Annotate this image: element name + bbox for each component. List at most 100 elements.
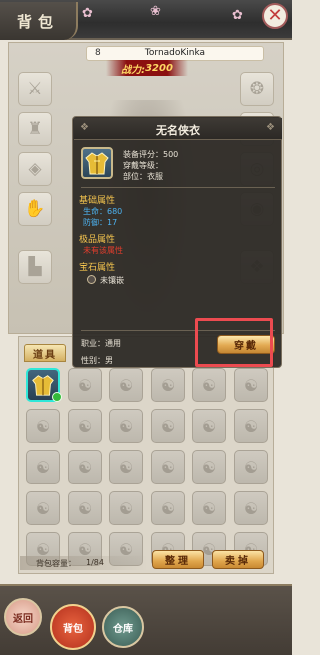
empty-slot-icon: ☯ — [77, 457, 93, 477]
new-item-badge-icon — [52, 392, 62, 402]
tooltip-header: ❖ 无名侠衣 ❖ — [74, 118, 282, 140]
necklace-icon: ❂ — [249, 79, 265, 99]
back-button[interactable]: 返回 — [4, 598, 42, 636]
bag-slot-empty[interactable]: ☯ — [192, 368, 226, 402]
stat-hp-label: 生命： — [83, 207, 107, 216]
nav-bag-button[interactable]: 背包 — [50, 604, 96, 650]
blossom-decoration-icon: ✿ — [82, 6, 93, 21]
empty-slot-icon: ☯ — [77, 498, 93, 518]
equip-slot-armor[interactable]: ◈ — [18, 152, 52, 186]
bag-slot-empty[interactable]: ☯ — [234, 368, 268, 402]
bag-slot-empty[interactable]: ☯ — [109, 491, 143, 525]
gem-attr-heading: 宝石属性 — [79, 263, 116, 273]
empty-slot-icon: ☯ — [201, 457, 217, 477]
bag-slot-empty[interactable]: ☯ — [234, 450, 268, 484]
bag-slot-empty[interactable]: ☯ — [192, 450, 226, 484]
corner-ornament-icon: ❖ — [266, 122, 275, 133]
equip-slot-gloves[interactable]: ✋ — [18, 192, 52, 226]
bag-slot-empty[interactable]: ☯ — [234, 491, 268, 525]
item-slot-value: 衣服 — [147, 172, 163, 181]
bag-slot-empty[interactable]: ☯ — [234, 409, 268, 443]
empty-slot-icon: ☯ — [243, 498, 259, 518]
equip-slot-necklace[interactable]: ❂ — [240, 72, 274, 106]
character-name-plate: 8 TornadoKinka — [86, 46, 264, 61]
empty-slot-icon: ☯ — [35, 416, 51, 436]
bag-slot-empty[interactable]: ☯ — [68, 368, 102, 402]
bag-slot-empty[interactable]: ☯ — [26, 450, 60, 484]
equip-slot-weapon[interactable]: ⚔ — [18, 72, 52, 106]
bag-slot-empty[interactable]: ☯ — [109, 409, 143, 443]
stat-hp-value: 680 — [107, 207, 123, 216]
item-gender-label: 性别： — [81, 356, 105, 365]
empty-slot-icon: ☯ — [160, 375, 176, 395]
item-job-row: 职业：通用 — [81, 338, 121, 349]
bag-slot-item[interactable] — [26, 368, 62, 402]
empty-slot-icon: ☯ — [243, 416, 259, 436]
gloves-icon: ✋ — [24, 199, 46, 219]
blossom-decoration-icon: ✿ — [232, 8, 243, 23]
page-title: 背包 — [0, 2, 78, 40]
empty-slot-icon: ☯ — [160, 498, 176, 518]
combat-power: 战力: 3200 — [106, 60, 188, 76]
bag-slot-empty[interactable]: ☯ — [151, 450, 185, 484]
empty-slot-icon: ☯ — [118, 498, 134, 518]
empty-slot-icon: ☯ — [35, 457, 51, 477]
nav-warehouse-button[interactable]: 仓库 — [102, 606, 144, 648]
empty-slot-icon: ☯ — [160, 457, 176, 477]
empty-slot-icon: ☯ — [243, 457, 259, 477]
item-icon — [81, 147, 113, 179]
sell-button[interactable]: 卖掉 — [212, 550, 264, 569]
item-job-label: 职业： — [81, 339, 105, 348]
item-gender-value: 男 — [105, 356, 113, 365]
close-button[interactable]: ✕ — [262, 3, 288, 29]
stat-def-row: 防御：17 — [83, 217, 117, 228]
stat-hp-row: 生命：680 — [83, 206, 122, 217]
combat-power-label: 战力: — [121, 64, 146, 76]
sort-button[interactable]: 整理 — [152, 550, 204, 569]
equip-slot-boots[interactable]: ▙ — [18, 250, 52, 284]
bag-slot-empty[interactable]: ☯ — [109, 368, 143, 402]
bag-slot-empty[interactable]: ☯ — [68, 409, 102, 443]
bag-slot-empty[interactable]: ☯ — [151, 491, 185, 525]
bag-slot-empty[interactable]: ☯ — [109, 450, 143, 484]
empty-slot-icon: ☯ — [201, 498, 217, 518]
item-level-label: 穿戴等级： — [123, 161, 163, 170]
bag-capacity-label: 背包容量： — [36, 559, 76, 568]
equip-slot-helmet[interactable]: ♜ — [18, 112, 52, 146]
empty-slot-icon: ☯ — [118, 375, 134, 395]
empty-slot-icon: ☯ — [201, 416, 217, 436]
item-gender-row: 性别：男 — [81, 355, 113, 366]
item-slot-row: 部位：衣服 — [123, 171, 163, 182]
blossom-decoration-icon: ❀ — [150, 4, 161, 19]
bag-slot-empty[interactable]: ☯ — [68, 491, 102, 525]
bag-slot-empty[interactable]: ☯ — [26, 409, 60, 443]
helmet-icon: ♜ — [27, 119, 43, 139]
armor-icon: ◈ — [28, 159, 42, 179]
robe-icon — [85, 152, 109, 175]
item-slot-label: 部位： — [123, 172, 147, 181]
bag-slot-empty[interactable]: ☯ — [151, 368, 185, 402]
item-job-value: 通用 — [105, 339, 121, 348]
stat-def-label: 防御： — [83, 218, 107, 227]
bag-capacity: 背包容量： 1/84 — [20, 556, 148, 570]
item-score-row: 装备评分：500 — [123, 149, 178, 160]
base-attr-heading: 基础属性 — [79, 196, 116, 206]
bag-capacity-value: 1/84 — [86, 558, 104, 567]
empty-slot-icon: ☯ — [77, 375, 93, 395]
bag-slot-empty[interactable]: ☯ — [68, 450, 102, 484]
tooltip-divider — [81, 187, 275, 188]
item-name: 无名侠衣 — [156, 124, 200, 137]
empty-slot-icon: ☯ — [77, 416, 93, 436]
tab-items[interactable]: 道具 — [24, 344, 66, 362]
item-score-value: 500 — [163, 150, 179, 159]
gem-socket-status: 未镶嵌 — [100, 276, 124, 285]
bag-slot-empty[interactable]: ☯ — [151, 409, 185, 443]
bag-slot-empty[interactable]: ☯ — [192, 491, 226, 525]
character-name: TornadoKinka — [144, 48, 206, 58]
bag-slot-empty[interactable]: ☯ — [192, 409, 226, 443]
item-level-row: 穿戴等级： — [123, 160, 163, 171]
bag-slot-empty[interactable]: ☯ — [26, 491, 60, 525]
highlight-box — [195, 318, 273, 367]
quality-attr-none: 未有该属性 — [83, 246, 123, 255]
empty-slot-icon: ☯ — [35, 498, 51, 518]
